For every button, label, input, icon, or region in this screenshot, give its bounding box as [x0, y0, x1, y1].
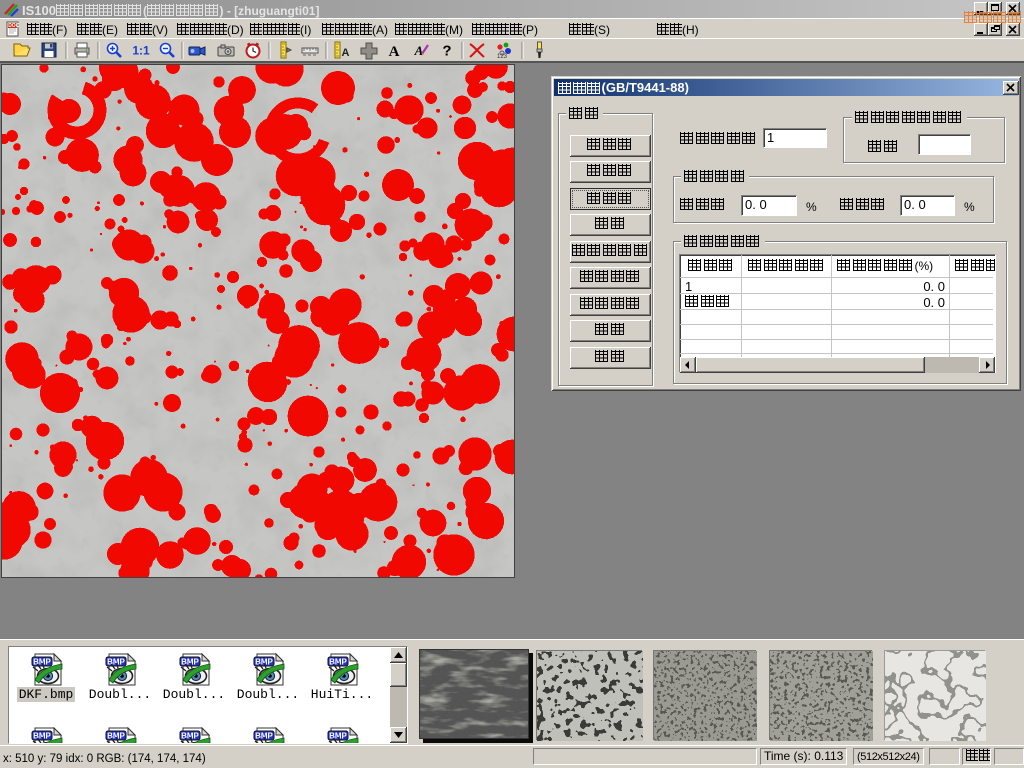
svg-text:123: 123: [497, 54, 508, 60]
svg-text:A: A: [389, 44, 400, 60]
svg-text:DOC: DOC: [8, 23, 20, 29]
svg-text:A: A: [414, 43, 424, 58]
svg-text:A: A: [342, 47, 350, 59]
svg-text:?: ?: [442, 43, 451, 60]
svg-text:1:1: 1:1: [132, 44, 150, 58]
